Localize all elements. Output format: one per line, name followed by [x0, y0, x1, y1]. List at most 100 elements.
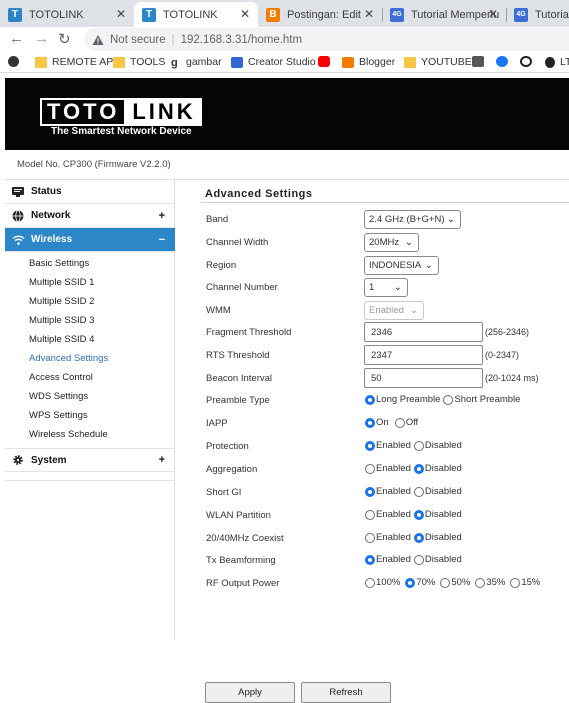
sidebar-section-status[interactable]: Status — [5, 180, 175, 204]
apply-button[interactable]: Apply — [205, 682, 295, 703]
radio-button[interactable] — [413, 440, 424, 451]
radio-button[interactable] — [365, 440, 375, 451]
radio-option[interactable]: On — [364, 417, 389, 428]
refresh-button[interactable]: Refresh — [301, 682, 391, 703]
totolink-icon: T — [142, 7, 156, 22]
close-icon[interactable]: ✕ — [116, 7, 126, 21]
region-select[interactable]: INDONESIA ⌄ — [364, 256, 439, 275]
collapse-icon[interactable]: − — [159, 234, 165, 246]
expand-icon[interactable]: + — [159, 210, 165, 222]
sidebar-section-network[interactable]: Network + — [5, 204, 175, 228]
forward-arrow-icon[interactable]: → — [34, 30, 49, 47]
radio-option[interactable]: 35% — [474, 577, 505, 588]
radio-button[interactable] — [365, 394, 375, 405]
radio-option[interactable]: Enabled — [364, 532, 411, 543]
radio-button[interactable] — [365, 577, 375, 588]
sidebar-item-basic-settings[interactable]: Basic Settings — [29, 258, 89, 269]
browser-tab-1[interactable]: T TOTOLINK ✕ — [0, 2, 135, 27]
radio-button[interactable] — [440, 577, 451, 588]
close-icon[interactable]: ✕ — [240, 7, 250, 21]
sidebar-item-wps-settings[interactable]: WPS Settings — [29, 410, 88, 421]
radio-option[interactable]: Enabled — [364, 509, 411, 520]
iapp-options: On Off — [364, 417, 420, 428]
radio-button[interactable] — [475, 577, 486, 588]
radio-button[interactable] — [510, 577, 521, 588]
back-arrow-icon[interactable]: ← — [9, 30, 24, 47]
sidebar-item-multiple-ssid-4[interactable]: Multiple SSID 4 — [29, 334, 94, 345]
radio-button[interactable] — [365, 486, 375, 497]
bookmark-gambar[interactable]: g gambar — [171, 56, 222, 69]
warning-icon[interactable] — [92, 34, 104, 46]
sidebar-item-access-control[interactable]: Access Control — [29, 372, 93, 383]
radio-button[interactable] — [365, 509, 375, 520]
radio-button[interactable] — [365, 554, 375, 565]
radio-button[interactable] — [443, 394, 454, 405]
logo-right: LINK — [126, 98, 202, 126]
radio-option[interactable]: Disabled — [413, 554, 462, 565]
radio-option[interactable]: Disabled — [413, 440, 462, 451]
beacon-interval-input[interactable]: 50 — [364, 368, 483, 388]
close-icon[interactable]: ✕ — [364, 7, 374, 21]
sidebar-item-multiple-ssid-2[interactable]: Multiple SSID 2 — [29, 296, 94, 307]
bookmark-page[interactable] — [472, 56, 489, 67]
radio-button[interactable] — [413, 532, 424, 543]
sidebar-item-wds-settings[interactable]: WDS Settings — [29, 391, 88, 402]
radio-button[interactable] — [394, 417, 405, 428]
radio-option[interactable]: 100% — [364, 577, 400, 588]
radio-button[interactable] — [413, 509, 424, 520]
radio-option[interactable]: Enabled — [364, 554, 411, 565]
radio-button[interactable] — [365, 417, 375, 428]
radio-option[interactable]: Enabled — [364, 486, 411, 497]
browser-tab-3[interactable]: B Postingan: Edit ✕ — [258, 2, 383, 27]
bookmark-whatsapp[interactable] — [520, 56, 537, 67]
sidebar-item-multiple-ssid-1[interactable]: Multiple SSID 1 — [29, 277, 94, 288]
rts-threshold-input[interactable]: 2347 — [364, 345, 483, 365]
radio-option[interactable]: 15% — [509, 577, 540, 588]
radio-button[interactable] — [413, 554, 424, 565]
bookmark-lt[interactable]: LT — [545, 56, 569, 68]
radio-option[interactable]: Short Preamble — [442, 394, 520, 405]
fragment-threshold-input[interactable]: 2346 — [364, 322, 483, 342]
channel-width-select[interactable]: 20MHz ⌄ — [364, 233, 419, 252]
radio-button[interactable] — [413, 463, 424, 474]
radio-button[interactable] — [365, 532, 375, 543]
bookmark-tools[interactable]: TOOLS — [113, 56, 165, 68]
sidebar-section-wireless[interactable]: Wireless − — [5, 228, 175, 252]
fragment-threshold-range: (256-2346) — [485, 327, 530, 337]
radio-option[interactable]: Enabled — [364, 440, 411, 451]
radio-option[interactable]: Disabled — [413, 463, 462, 474]
radio-button[interactable] — [365, 463, 375, 474]
bookmark-remote-ap[interactable]: REMOTE AP — [35, 56, 113, 68]
band-select[interactable]: 2.4 GHz (B+G+N) ⌄ — [364, 210, 461, 229]
radio-option-label: Enabled — [376, 509, 411, 520]
browser-tab-4[interactable]: 4G Tutorial Memperlua ✕ — [382, 2, 507, 27]
browser-tab-2[interactable]: T TOTOLINK ✕ — [134, 2, 258, 27]
radio-option[interactable]: 50% — [439, 577, 470, 588]
bookmark-facebook[interactable] — [496, 56, 513, 67]
radio-option[interactable]: Enabled — [364, 463, 411, 474]
radio-option[interactable]: Disabled — [413, 509, 462, 520]
radio-option[interactable]: Disabled — [413, 486, 462, 497]
reload-icon[interactable]: ↻ — [58, 30, 71, 48]
expand-icon[interactable]: + — [159, 454, 165, 466]
address-bar[interactable]: Not secure | 192.168.3.31/home.htm — [84, 28, 569, 51]
radio-option[interactable]: 70% — [404, 577, 435, 588]
radio-option[interactable]: Off — [394, 417, 418, 428]
bookmark-app[interactable] — [8, 56, 24, 67]
sidebar-section-system[interactable]: System + — [5, 448, 175, 472]
radio-button[interactable] — [405, 577, 416, 588]
bookmark-youtube-folder[interactable]: YOUTUBE — [404, 56, 472, 68]
bookmark-youtube[interactable] — [318, 56, 335, 67]
radio-option[interactable]: Long Preamble — [364, 394, 440, 405]
sidebar-item-multiple-ssid-3[interactable]: Multiple SSID 3 — [29, 315, 94, 326]
close-icon[interactable]: ✕ — [488, 7, 498, 21]
sidebar-item-wireless-schedule[interactable]: Wireless Schedule — [29, 429, 108, 440]
sidebar-item-advanced-settings[interactable]: Advanced Settings — [29, 353, 108, 364]
browser-tab-5[interactable]: 4G Tutorial M — [506, 2, 569, 27]
radio-option[interactable]: Disabled — [413, 532, 462, 543]
radio-button[interactable] — [413, 486, 424, 497]
channel-number-select[interactable]: 1 ⌄ — [364, 278, 408, 297]
url-text[interactable]: 192.168.3.31/home.htm — [181, 34, 302, 46]
bookmark-creator-studio[interactable]: Creator Studio — [231, 56, 316, 68]
bookmark-blogger[interactable]: Blogger — [342, 56, 395, 68]
